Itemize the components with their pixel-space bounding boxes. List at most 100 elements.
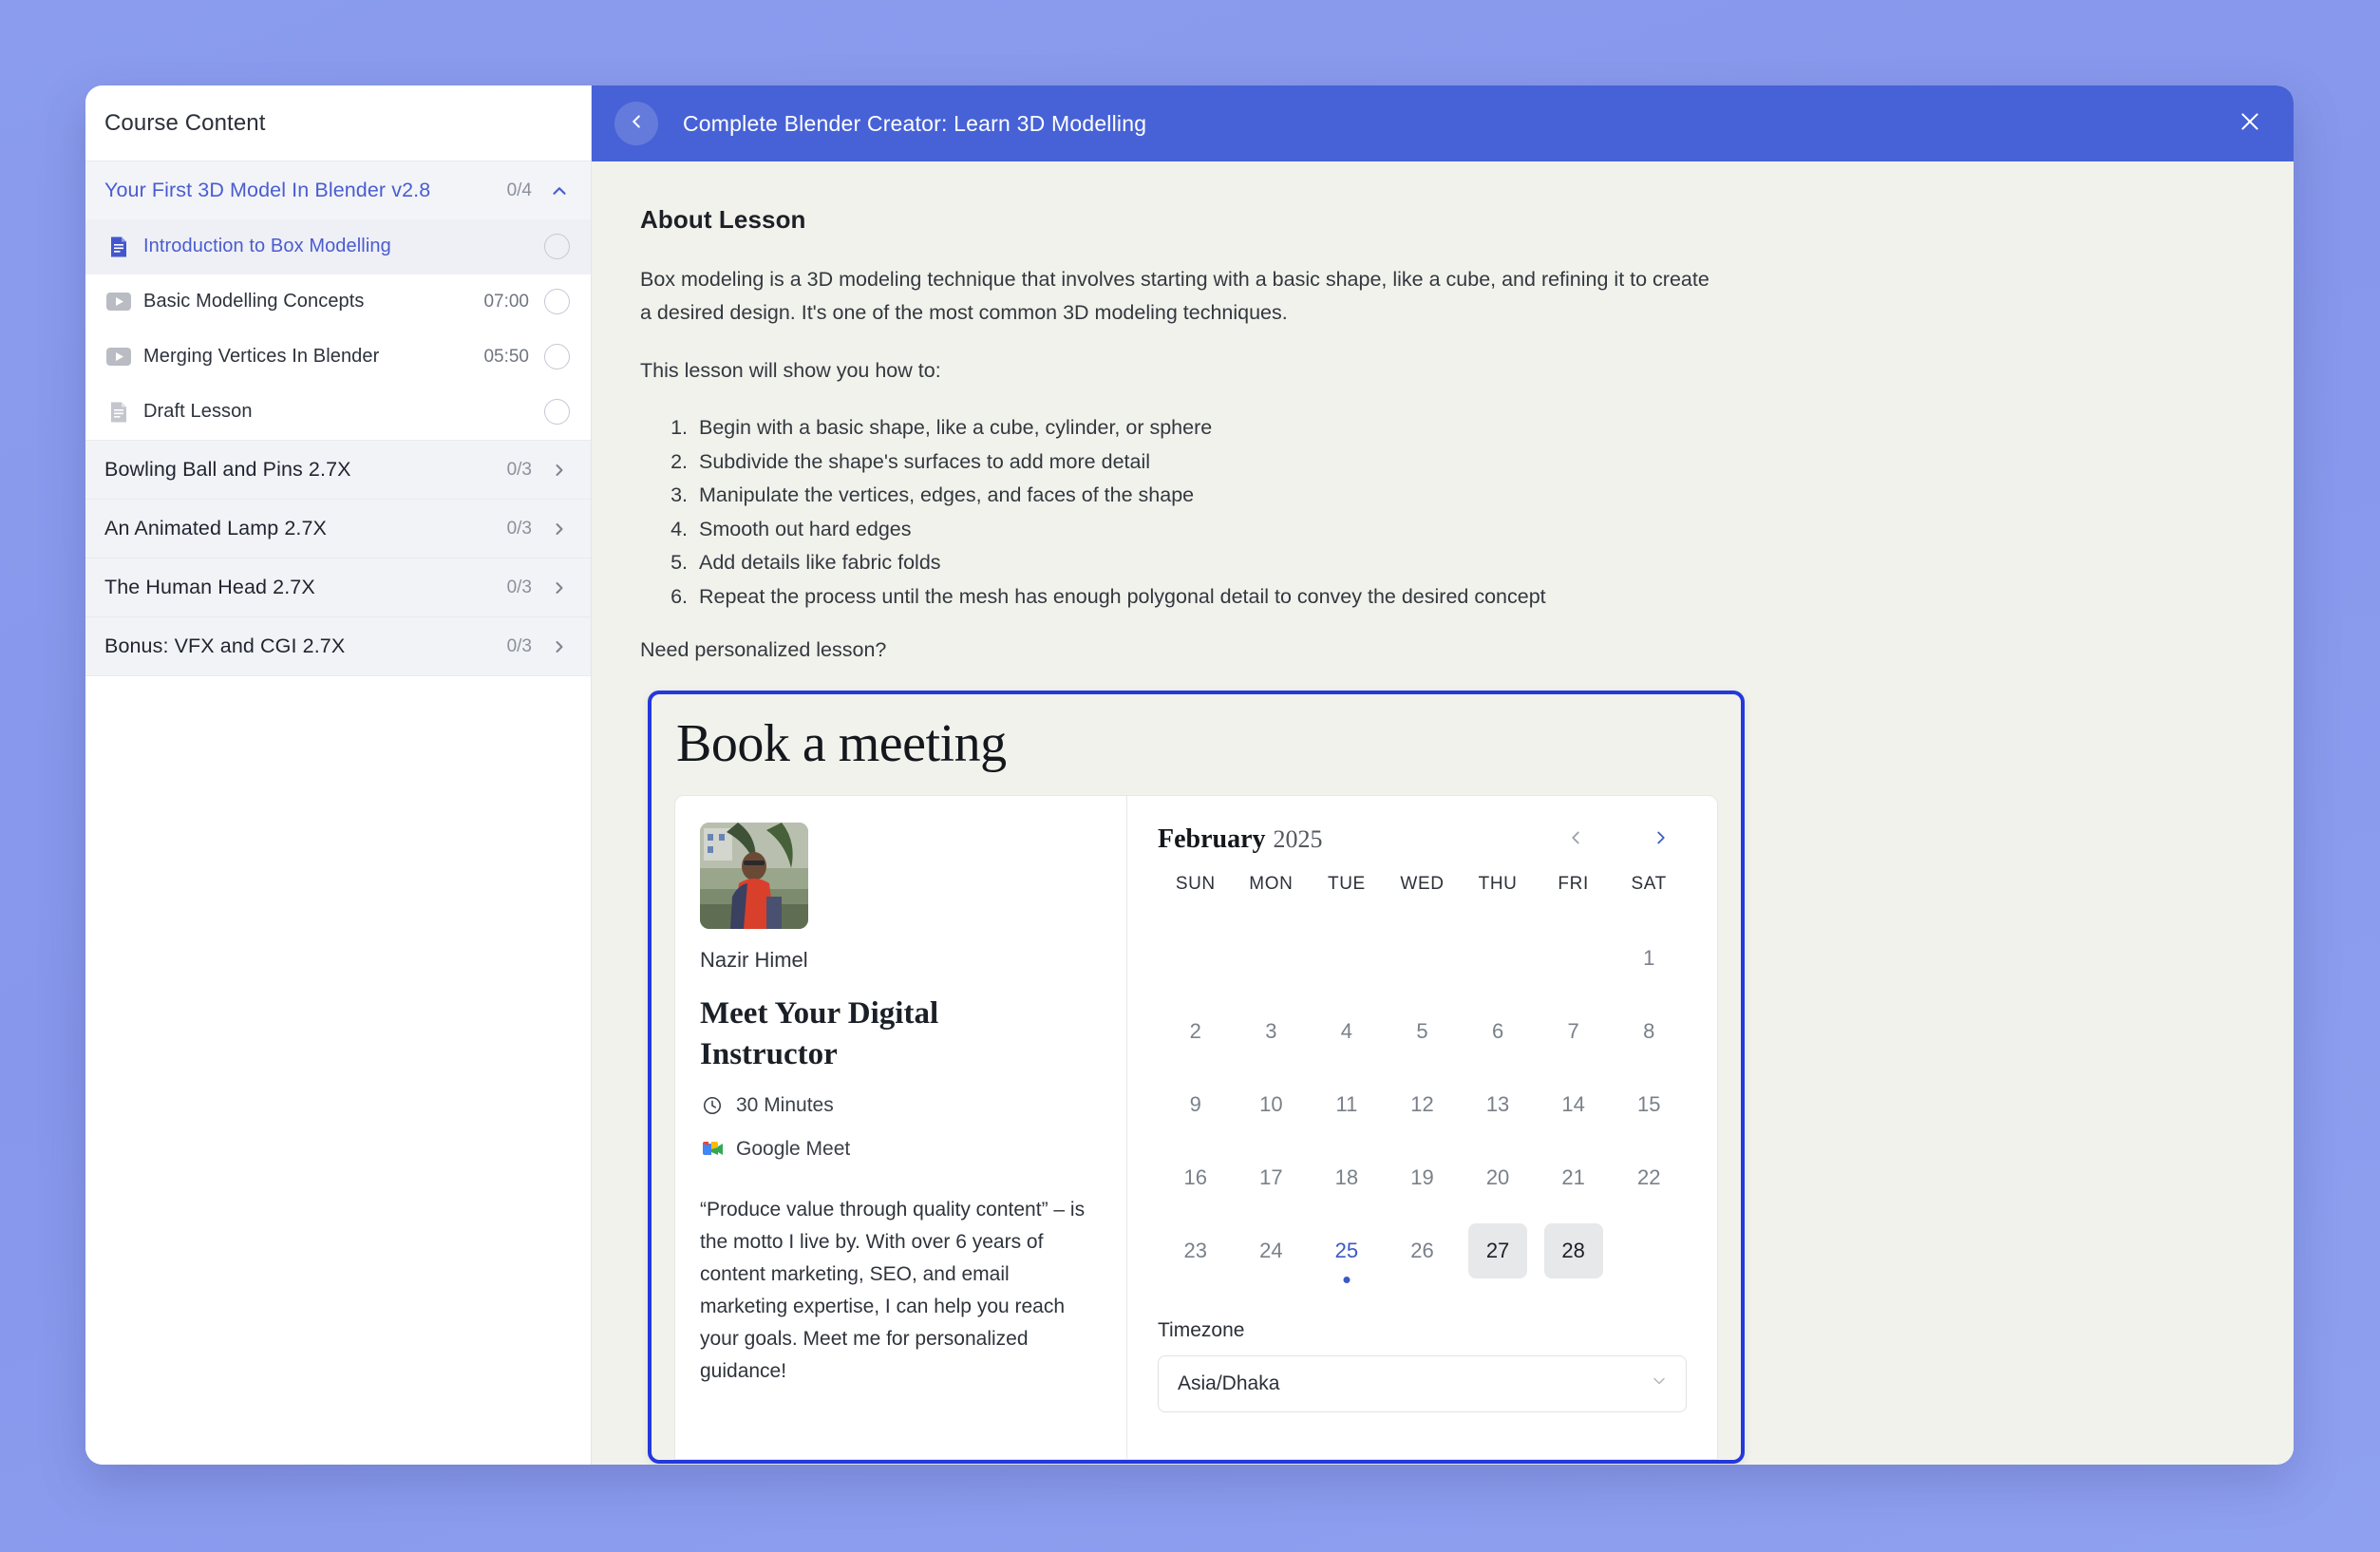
calendar-prev-month-button[interactable] (1561, 825, 1590, 854)
lesson-main-pane: Complete Blender Creator: Learn 3D Model… (592, 85, 2294, 1465)
calendar-day-number: 25 (1334, 1238, 1359, 1262)
calendar-day-cell: 6 (1460, 994, 1536, 1068)
calendar-day-header: SUN (1175, 874, 1216, 895)
calendar-day-number: 11 (1335, 1091, 1358, 1116)
calendar-day-header: THU (1478, 874, 1518, 895)
course-content-sidebar: Course Content Your First 3D Model In Bl… (85, 85, 592, 1465)
calendar-day-cell[interactable]: 27 (1460, 1214, 1536, 1287)
calendar-day-header: MON (1249, 874, 1294, 895)
list-item: Add details like fabric folds (693, 546, 2188, 579)
meeting-title: Meet Your Digital Instructor (700, 996, 939, 1071)
calendar-day-number: 9 (1189, 1091, 1201, 1116)
sidebar-section-title: Bonus: VFX and CGI 2.7X (104, 634, 346, 657)
chevron-right-icon (549, 519, 570, 539)
chevron-down-icon (1650, 1372, 1669, 1396)
sidebar-lesson-item-2[interactable]: Merging Vertices In Blender 05:50 (85, 330, 591, 385)
calendar-day-cell: 25 (1309, 1214, 1385, 1287)
sidebar-title: Course Content (104, 109, 266, 136)
calendar-day-number: 6 (1491, 1018, 1504, 1043)
back-button[interactable] (614, 102, 658, 145)
calendar-day-number: 1 (1643, 945, 1655, 970)
sidebar-section-count: 0/3 (506, 459, 532, 480)
need-personalized-lesson-text: Need personalized lesson? (640, 638, 887, 662)
booking-widget: Book a meeting Nazir Himel Meet Your Dig… (648, 691, 1745, 1465)
calendar-day-cell: 9 (1158, 1068, 1234, 1141)
meeting-duration-label: 30 Minutes (736, 1093, 834, 1116)
calendar-year-label: 2025 (1273, 825, 1323, 854)
sidebar-lesson-label: Merging Vertices In Blender (143, 346, 380, 367)
calendar-day-number[interactable]: 27 (1468, 1222, 1528, 1278)
list-item: Begin with a basic shape, like a cube, c… (693, 411, 2188, 445)
calendar-day-cell: 20 (1460, 1141, 1536, 1214)
calendar-day-number: 10 (1259, 1091, 1283, 1116)
lesson-lead-in: This lesson will show you how to: (640, 358, 941, 382)
close-button[interactable] (2231, 104, 2269, 142)
chevron-right-icon (549, 460, 570, 481)
lesson-steps-list: Begin with a basic shape, like a cube, c… (640, 411, 2188, 614)
calendar-day-number: 24 (1259, 1238, 1283, 1262)
calendar-day-number: 15 (1636, 1091, 1661, 1116)
lesson-complete-toggle[interactable] (544, 289, 570, 314)
calendar-day-number: 12 (1410, 1091, 1434, 1116)
calendar-day-cell[interactable]: 28 (1536, 1214, 1612, 1287)
sidebar-section-title: The Human Head 2.7X (104, 576, 315, 598)
sidebar-section-3: The Human Head 2.7X 0/3 (85, 558, 591, 617)
calendar-day-cell: 11 (1309, 1068, 1385, 1141)
video-play-icon (106, 290, 131, 314)
sidebar-section-header-2[interactable]: An Animated Lamp 2.7X 0/3 (85, 500, 591, 558)
meeting-platform-label: Google Meet (736, 1137, 851, 1160)
calendar-day-number: 26 (1410, 1238, 1434, 1262)
instructor-bio: “Produce value through quality content” … (700, 1198, 1086, 1382)
calendar-day-cell: 24 (1234, 1214, 1310, 1287)
calendar-day-header: WED (1400, 874, 1445, 895)
course-modal: Course Content Your First 3D Model In Bl… (85, 85, 2294, 1465)
calendar-day-number: 14 (1561, 1091, 1585, 1116)
sidebar-section-header-1[interactable]: Bowling Ball and Pins 2.7X 0/3 (85, 441, 591, 499)
calendar-day-number: 2 (1189, 1018, 1201, 1043)
close-icon (2238, 109, 2262, 139)
sidebar-section-count: 0/3 (506, 635, 532, 656)
calendar-blank-cell (1158, 921, 1234, 994)
lesson-content-scroll[interactable]: About Lesson Box modeling is a 3D modeli… (592, 161, 2294, 1465)
calendar-day-number: 20 (1485, 1164, 1510, 1189)
document-blue-icon (106, 235, 131, 259)
sidebar-section-header-0[interactable]: Your First 3D Model In Blender v2.8 0/4 (85, 161, 591, 219)
lesson-complete-toggle[interactable] (544, 399, 570, 425)
calendar-day-cell: 21 (1536, 1141, 1612, 1214)
video-play-icon (106, 345, 131, 369)
calendar-blank-cell (1385, 921, 1461, 994)
calendar-day-number[interactable]: 28 (1543, 1222, 1603, 1278)
timezone-select[interactable]: Asia/Dhaka (1158, 1355, 1687, 1413)
sidebar-section-header-4[interactable]: Bonus: VFX and CGI 2.7X 0/3 (85, 617, 591, 675)
calendar-blank-cell (1309, 921, 1385, 994)
lesson-complete-toggle[interactable] (544, 344, 570, 369)
sidebar-lesson-list: Introduction to Box Modelling Basic Mode… (85, 219, 591, 440)
calendar-day-cell: 22 (1611, 1141, 1687, 1214)
instructor-panel: Nazir Himel Meet Your Digital Instructor… (675, 796, 1127, 1460)
sidebar-section-2: An Animated Lamp 2.7X 0/3 (85, 500, 591, 558)
chevron-up-icon (549, 180, 570, 201)
calendar-day-number: 21 (1561, 1164, 1585, 1189)
calendar-day-number: 18 (1334, 1164, 1359, 1189)
calendar-day-number: 5 (1416, 1018, 1428, 1043)
calendar-header: February 2025 (1158, 824, 1687, 855)
list-item: Smooth out hard edges (693, 513, 2188, 546)
lesson-topbar: Complete Blender Creator: Learn 3D Model… (592, 85, 2294, 161)
clock-icon (700, 1093, 725, 1118)
chevron-left-icon (626, 111, 647, 137)
sidebar-lesson-item-1[interactable]: Basic Modelling Concepts 07:00 (85, 274, 591, 330)
sidebar-section-header-3[interactable]: The Human Head 2.7X 0/3 (85, 558, 591, 616)
calendar-day-header: SAT (1631, 874, 1667, 895)
sidebar-lesson-item-0[interactable]: Introduction to Box Modelling (85, 219, 591, 274)
calendar-next-month-button[interactable] (1647, 825, 1675, 854)
calendar-day-cell: 19 (1385, 1141, 1461, 1214)
sidebar-section-title: Your First 3D Model In Blender v2.8 (104, 179, 431, 201)
calendar-day-cell: 14 (1536, 1068, 1612, 1141)
calendar-day-cell: 13 (1460, 1068, 1536, 1141)
calendar-day-number: 4 (1340, 1018, 1353, 1043)
calendar-day-cell: 18 (1309, 1141, 1385, 1214)
lesson-complete-toggle[interactable] (544, 234, 570, 259)
sidebar-section-title: An Animated Lamp 2.7X (104, 517, 327, 539)
calendar-day-number: 22 (1636, 1164, 1661, 1189)
sidebar-lesson-item-3[interactable]: Draft Lesson (85, 385, 591, 440)
